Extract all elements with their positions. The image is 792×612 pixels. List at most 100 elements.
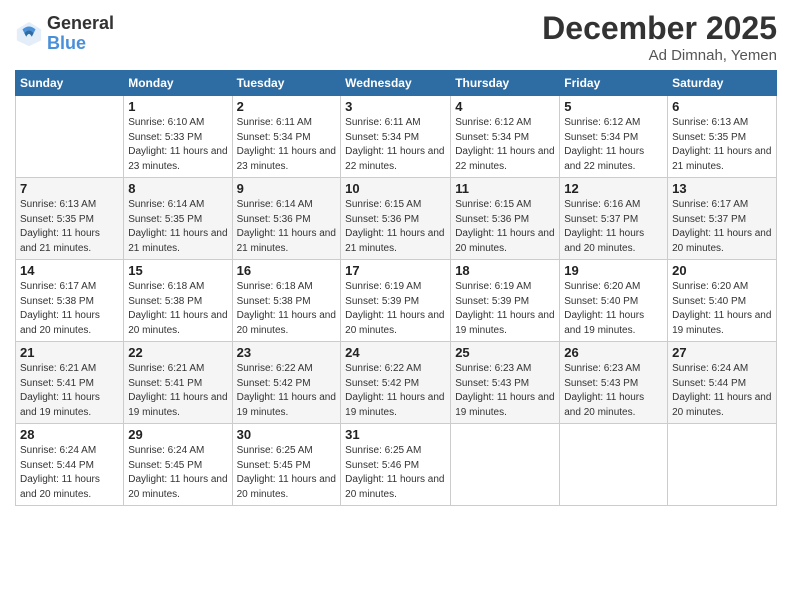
day-cell: 13 Sunrise: 6:17 AMSunset: 5:37 PMDayligh…: [668, 178, 777, 260]
day-info: Sunrise: 6:20 AMSunset: 5:40 PMDaylight:…: [564, 280, 663, 338]
day-info: Sunrise: 6:15 AMSunset: 5:36 PMDaylight:…: [455, 198, 555, 256]
day-number: 21: [20, 345, 119, 360]
day-number: 9: [237, 181, 337, 196]
day-cell: 26 Sunrise: 6:23 AMSunset: 5:43 PMDayligh…: [560, 342, 668, 424]
day-info: Sunrise: 6:24 AMSunset: 5:44 PMDaylight:…: [672, 362, 772, 420]
calendar-table: SundayMondayTuesdayWednesdayThursdayFrid…: [15, 70, 777, 506]
day-number: 23: [237, 345, 337, 360]
day-cell: 18Sunrise: 6:19 AMSunset: 5:39 PMDayligh…: [451, 260, 560, 342]
day-info: Sunrise: 6:11 AMSunset: 5:34 PMDaylight:…: [345, 116, 446, 174]
day-info: Sunrise: 6:11 AMSunset: 5:34 PMDaylight:…: [237, 116, 337, 174]
day-info: Sunrise: 6:10 AMSunset: 5:33 PMDaylight:…: [128, 116, 227, 174]
header-cell-monday: Monday: [124, 71, 232, 96]
week-row-5: 28Sunrise: 6:24 AMSunset: 5:44 PMDayligh…: [16, 424, 777, 506]
day-number: 7: [20, 181, 119, 196]
location: Ad Dimnah, Yemen: [542, 47, 777, 64]
day-cell: 4Sunrise: 6:12 AMSunset: 5:34 PMDaylight…: [451, 96, 560, 178]
day-number: 17: [345, 263, 446, 278]
week-row-3: 14Sunrise: 6:17 AMSunset: 5:38 PMDayligh…: [16, 260, 777, 342]
day-info: Sunrise: 6:21 AMSunset: 5:41 PMDaylight:…: [128, 362, 227, 420]
header-row: SundayMondayTuesdayWednesdayThursdayFrid…: [16, 71, 777, 96]
day-cell: 31Sunrise: 6:25 AMSunset: 5:46 PMDayligh…: [341, 424, 451, 506]
day-cell: 24 Sunrise: 6:22 AMSunset: 5:42 PMDayligh…: [341, 342, 451, 424]
day-number: 1: [128, 99, 227, 114]
day-info: Sunrise: 6:15 AMSunset: 5:36 PMDaylight:…: [345, 198, 446, 256]
day-cell: 11Sunrise: 6:15 AMSunset: 5:36 PMDayligh…: [451, 178, 560, 260]
header-cell-saturday: Saturday: [668, 71, 777, 96]
day-cell: 30Sunrise: 6:25 AMSunset: 5:45 PMDayligh…: [232, 424, 341, 506]
day-cell: 6Sunrise: 6:13 AMSunset: 5:35 PMDaylight…: [668, 96, 777, 178]
header-cell-thursday: Thursday: [451, 71, 560, 96]
day-cell: 21Sunrise: 6:21 AMSunset: 5:41 PMDayligh…: [16, 342, 124, 424]
day-cell: 23 Sunrise: 6:22 AMSunset: 5:42 PMDayligh…: [232, 342, 341, 424]
week-row-1: 1 Sunrise: 6:10 AMSunset: 5:33 PMDaylight…: [16, 96, 777, 178]
day-cell: 28Sunrise: 6:24 AMSunset: 5:44 PMDayligh…: [16, 424, 124, 506]
header: General Blue December 2025 Ad Dimnah, Ye…: [15, 10, 777, 64]
day-cell: 14Sunrise: 6:17 AMSunset: 5:38 PMDayligh…: [16, 260, 124, 342]
day-number: 15: [128, 263, 227, 278]
day-cell: 12 Sunrise: 6:16 AMSunset: 5:37 PMDayligh…: [560, 178, 668, 260]
day-number: 8: [128, 181, 227, 196]
day-info: Sunrise: 6:14 AMSunset: 5:36 PMDaylight:…: [237, 198, 337, 256]
logo-icon: [15, 20, 43, 48]
day-number: 29: [128, 427, 227, 442]
day-number: 2: [237, 99, 337, 114]
day-info: Sunrise: 6:23 AMSunset: 5:43 PMDaylight:…: [455, 362, 555, 420]
day-info: Sunrise: 6:17 AMSunset: 5:38 PMDaylight:…: [20, 280, 119, 338]
day-cell: 16 Sunrise: 6:18 AMSunset: 5:38 PMDayligh…: [232, 260, 341, 342]
logo-blue-text: Blue: [47, 34, 114, 54]
day-number: 24: [345, 345, 446, 360]
day-info: Sunrise: 6:14 AMSunset: 5:35 PMDaylight:…: [128, 198, 227, 256]
day-info: Sunrise: 6:25 AMSunset: 5:46 PMDaylight:…: [345, 444, 446, 502]
day-info: Sunrise: 6:18 AMSunset: 5:38 PMDaylight:…: [237, 280, 337, 338]
day-info: Sunrise: 6:20 AMSunset: 5:40 PMDaylight:…: [672, 280, 772, 338]
day-cell: 3 Sunrise: 6:11 AMSunset: 5:34 PMDaylight…: [341, 96, 451, 178]
day-info: Sunrise: 6:24 AMSunset: 5:45 PMDaylight:…: [128, 444, 227, 502]
day-number: 16: [237, 263, 337, 278]
day-cell: 25 Sunrise: 6:23 AMSunset: 5:43 PMDayligh…: [451, 342, 560, 424]
day-number: 22: [128, 345, 227, 360]
day-cell: 29 Sunrise: 6:24 AMSunset: 5:45 PMDayligh…: [124, 424, 232, 506]
day-number: 6: [672, 99, 772, 114]
day-cell: 27 Sunrise: 6:24 AMSunset: 5:44 PMDayligh…: [668, 342, 777, 424]
day-cell: 20 Sunrise: 6:20 AMSunset: 5:40 PMDayligh…: [668, 260, 777, 342]
day-number: 30: [237, 427, 337, 442]
day-info: Sunrise: 6:12 AMSunset: 5:34 PMDaylight:…: [455, 116, 555, 174]
day-number: 12: [564, 181, 663, 196]
day-number: 5: [564, 99, 663, 114]
day-info: Sunrise: 6:19 AMSunset: 5:39 PMDaylight:…: [345, 280, 446, 338]
day-cell: [668, 424, 777, 506]
day-info: Sunrise: 6:17 AMSunset: 5:37 PMDaylight:…: [672, 198, 772, 256]
week-row-2: 7Sunrise: 6:13 AMSunset: 5:35 PMDaylight…: [16, 178, 777, 260]
day-cell: [16, 96, 124, 178]
day-number: 27: [672, 345, 772, 360]
header-cell-wednesday: Wednesday: [341, 71, 451, 96]
day-info: Sunrise: 6:22 AMSunset: 5:42 PMDaylight:…: [345, 362, 446, 420]
day-number: 25: [455, 345, 555, 360]
page-container: General Blue December 2025 Ad Dimnah, Ye…: [0, 0, 792, 516]
day-cell: 22 Sunrise: 6:21 AMSunset: 5:41 PMDayligh…: [124, 342, 232, 424]
day-cell: 1 Sunrise: 6:10 AMSunset: 5:33 PMDaylight…: [124, 96, 232, 178]
day-cell: 8 Sunrise: 6:14 AMSunset: 5:35 PMDaylight…: [124, 178, 232, 260]
day-number: 13: [672, 181, 772, 196]
logo-general-text: General: [47, 14, 114, 34]
day-number: 19: [564, 263, 663, 278]
header-cell-friday: Friday: [560, 71, 668, 96]
day-number: 26: [564, 345, 663, 360]
title-area: December 2025 Ad Dimnah, Yemen: [542, 10, 777, 64]
day-cell: 7Sunrise: 6:13 AMSunset: 5:35 PMDaylight…: [16, 178, 124, 260]
day-info: Sunrise: 6:19 AMSunset: 5:39 PMDaylight:…: [455, 280, 555, 338]
day-cell: 10 Sunrise: 6:15 AMSunset: 5:36 PMDayligh…: [341, 178, 451, 260]
header-cell-sunday: Sunday: [16, 71, 124, 96]
day-info: Sunrise: 6:22 AMSunset: 5:42 PMDaylight:…: [237, 362, 337, 420]
day-info: Sunrise: 6:16 AMSunset: 5:37 PMDaylight:…: [564, 198, 663, 256]
day-cell: 9 Sunrise: 6:14 AMSunset: 5:36 PMDaylight…: [232, 178, 341, 260]
day-cell: [451, 424, 560, 506]
day-cell: 15 Sunrise: 6:18 AMSunset: 5:38 PMDayligh…: [124, 260, 232, 342]
day-info: Sunrise: 6:23 AMSunset: 5:43 PMDaylight:…: [564, 362, 663, 420]
day-number: 20: [672, 263, 772, 278]
day-number: 3: [345, 99, 446, 114]
day-cell: 5Sunrise: 6:12 AMSunset: 5:34 PMDaylight…: [560, 96, 668, 178]
day-info: Sunrise: 6:18 AMSunset: 5:38 PMDaylight:…: [128, 280, 227, 338]
day-number: 10: [345, 181, 446, 196]
